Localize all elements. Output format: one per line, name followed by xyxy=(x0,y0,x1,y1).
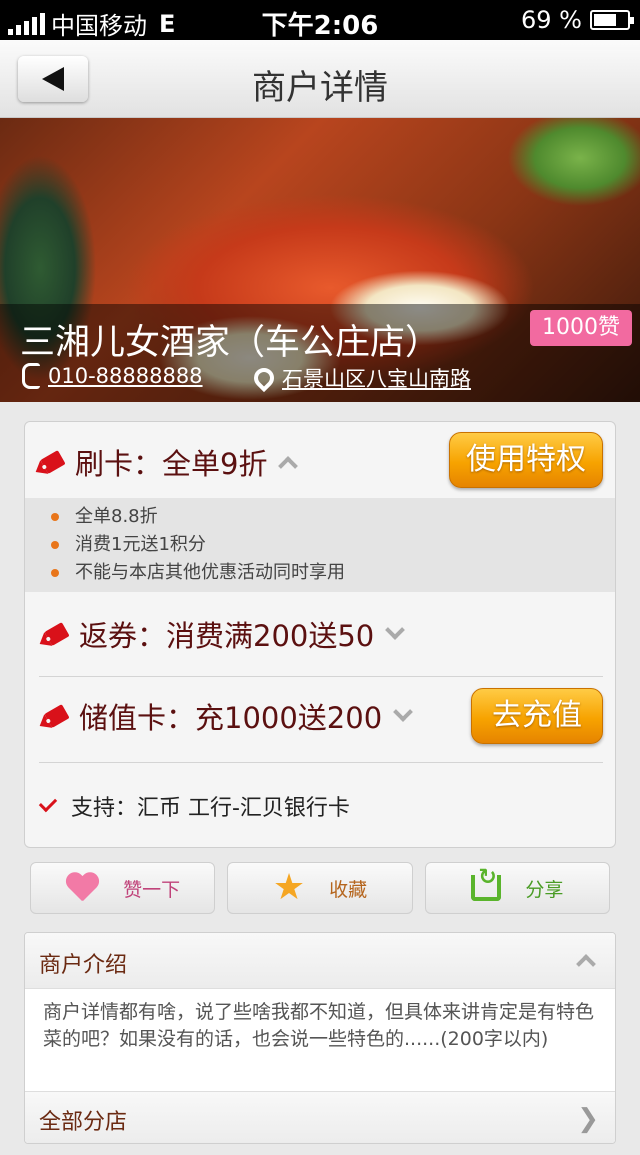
nav-bar: 商户详情 xyxy=(0,40,640,118)
card-privilege-details: 全单8.8折 消费1元送1积分 不能与本店其他优惠活动同时享用 xyxy=(25,498,615,592)
tag-icon xyxy=(40,450,66,474)
merchant-intro-panel: 商户介绍 商户详情都有啥，说了些啥我都不知道，但具体来讲肯定是有特色菜的吧？如果… xyxy=(24,932,616,1144)
phone-number: 010-88888888 xyxy=(48,364,203,388)
use-privilege-button[interactable]: 使用特权 xyxy=(449,432,603,488)
like-label: 赞一下 xyxy=(123,878,181,901)
phone-link[interactable]: 010-88888888 xyxy=(22,363,203,389)
recharge-button[interactable]: 去充值 xyxy=(471,688,603,744)
heart-icon xyxy=(65,873,99,903)
merchant-hero-image: 三湘儿女酒家（车公庄店） 1000赞 010-88888888 石景山区八宝山南… xyxy=(0,118,640,402)
tag-icon xyxy=(44,622,70,646)
merchant-name: 三湘儿女酒家（车公庄店） xyxy=(20,323,441,363)
favorite-label: 收藏 xyxy=(329,878,368,901)
share-button[interactable]: 分享 xyxy=(424,862,610,914)
privilege-card: 刷卡：全单9折 使用特权 全单8.8折 消费1元送1积分 不能与本店其他优惠活动… xyxy=(24,421,616,848)
battery-percent: 69 % xyxy=(521,6,582,34)
location-pin-icon xyxy=(249,363,279,393)
share-label: 分享 xyxy=(525,878,564,901)
bullet-icon xyxy=(51,513,59,521)
stored-value-label: 储值卡：充1000送200 xyxy=(79,701,383,735)
checkmark-icon xyxy=(38,793,58,813)
list-item: 全单8.8折 xyxy=(51,503,615,531)
divider xyxy=(39,676,603,677)
coupon-label: 返券：消费满200送50 xyxy=(79,619,375,653)
battery-icon xyxy=(590,10,634,30)
status-bar: 中国移动 E 下午2:06 69 % xyxy=(0,0,640,41)
all-branches-label: 全部分店 xyxy=(39,1110,128,1135)
coupon-row[interactable]: 返券：消费满200送50 xyxy=(25,608,615,660)
like-button[interactable]: 赞一下 xyxy=(30,862,216,914)
support-text: 支持：汇币 工行-汇贝银行卡 xyxy=(71,796,350,821)
bullet-icon xyxy=(51,569,59,577)
chevron-up-icon[interactable] xyxy=(278,456,299,476)
all-branches-row[interactable]: 全部分店 ❯ xyxy=(25,1091,615,1143)
address-text: 石景山区八宝山南路 xyxy=(282,367,471,391)
list-item: 消费1元送1积分 xyxy=(51,531,615,559)
share-icon xyxy=(471,865,502,901)
favorite-button[interactable]: ★ 收藏 xyxy=(227,862,413,914)
divider xyxy=(39,762,603,763)
battery-fill xyxy=(594,14,617,26)
card-privilege-label: 刷卡：全单9折 xyxy=(75,447,268,481)
chevron-down-icon[interactable] xyxy=(385,620,406,640)
likes-badge: 1000赞 xyxy=(530,310,632,346)
address-link[interactable]: 石景山区八宝山南路 xyxy=(249,363,471,393)
chevron-right-icon: ❯ xyxy=(577,1104,599,1134)
payment-support: 支持：汇币 工行-汇贝银行卡 xyxy=(38,790,350,822)
list-item: 不能与本店其他优惠活动同时享用 xyxy=(51,559,615,587)
chevron-up-icon[interactable] xyxy=(576,954,596,974)
tag-icon xyxy=(44,704,70,728)
star-icon: ★ xyxy=(272,867,306,908)
intro-body: 商户详情都有啥，说了些啥我都不知道，但具体来讲肯定是有特色菜的吧？如果没有的话，… xyxy=(43,1001,595,1050)
intro-title: 商户介绍 xyxy=(39,953,128,978)
phone-icon xyxy=(22,363,40,389)
status-right: 69 % xyxy=(521,6,634,34)
action-bar: 赞一下 ★ 收藏 分享 xyxy=(24,856,616,918)
bullet-icon xyxy=(51,541,59,549)
intro-header[interactable]: 商户介绍 xyxy=(25,933,615,989)
chevron-down-icon[interactable] xyxy=(393,702,414,722)
page-title: 商户详情 xyxy=(252,68,388,108)
